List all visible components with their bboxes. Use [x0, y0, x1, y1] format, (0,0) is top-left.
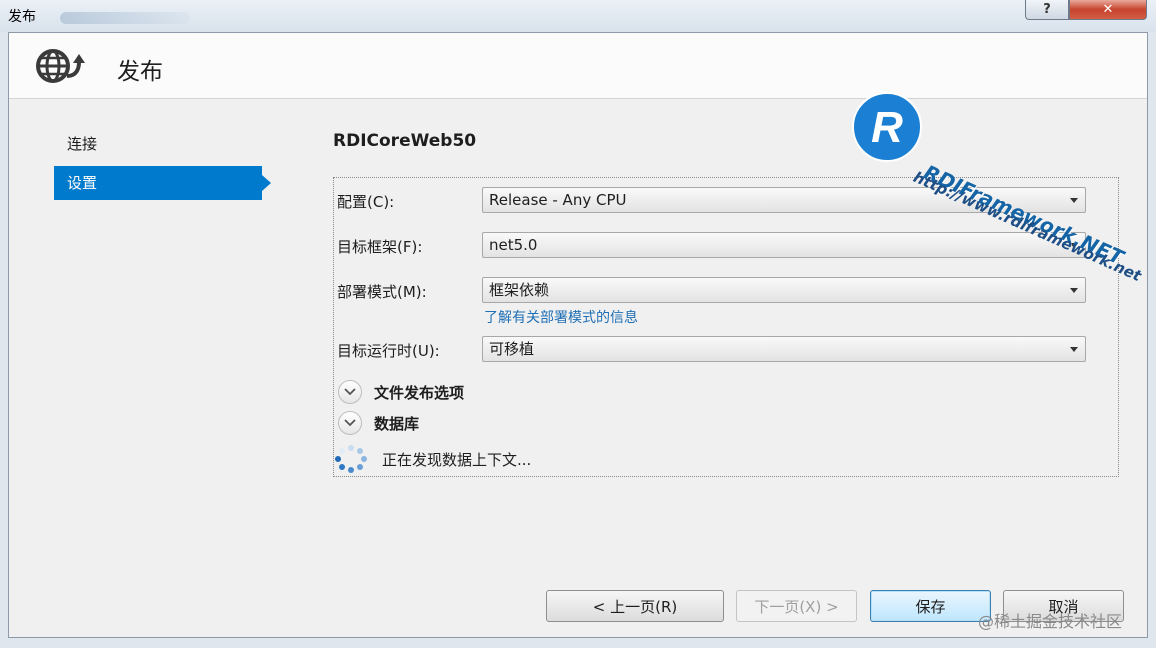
watermark-community: @稀土掘金技术社区	[978, 612, 1123, 631]
logo-letter: R	[871, 103, 903, 152]
dialog-frame: 发布 连接 设置 RDICoreWeb50 配置(C): Release - A…	[8, 32, 1148, 638]
chevron-down-icon	[338, 411, 362, 435]
databases-label: 数据库	[374, 414, 420, 433]
title-blur	[60, 12, 190, 24]
configuration-value: Release - Any CPU	[489, 191, 627, 209]
status-text: 正在发现数据上下文...	[382, 450, 532, 469]
file-publish-options-expander[interactable]: 文件发布选项	[338, 380, 464, 404]
chevron-down-icon	[1070, 288, 1078, 293]
profile-name: RDICoreWeb50	[333, 131, 477, 151]
target-framework-select[interactable]: net5.0	[482, 232, 1086, 258]
target-runtime-value: 可移植	[489, 340, 535, 358]
help-button[interactable]: ?	[1025, 0, 1069, 20]
deployment-mode-info-link[interactable]: 了解有关部署模式的信息	[484, 307, 638, 327]
file-publish-options-label: 文件发布选项	[374, 383, 465, 402]
configuration-label: 配置(C):	[337, 193, 395, 211]
target-framework-label: 目标框架(F):	[337, 238, 423, 256]
chevron-down-icon	[338, 380, 362, 404]
target-framework-value: net5.0	[489, 236, 538, 254]
save-button[interactable]: 保存	[870, 590, 991, 622]
window-title: 发布	[8, 9, 36, 25]
loading-spinner-icon	[335, 445, 367, 473]
rdiframework-logo-icon: R	[852, 92, 922, 162]
title-bar: 发布 ? ✕	[0, 0, 1156, 32]
page-title: 发布	[117, 59, 163, 85]
close-button[interactable]: ✕	[1069, 0, 1147, 20]
chevron-down-icon	[1070, 198, 1078, 203]
globe-publish-icon	[36, 49, 85, 83]
deployment-mode-value: 框架依赖	[489, 281, 550, 299]
deployment-mode-label: 部署模式(M):	[337, 283, 427, 301]
sidebar-item-settings[interactable]: 设置	[54, 166, 271, 200]
target-runtime-label: 目标运行时(U):	[337, 342, 440, 360]
databases-expander[interactable]: 数据库	[338, 411, 419, 435]
dialog-header: 发布	[9, 33, 1147, 99]
chevron-down-icon	[1070, 347, 1078, 352]
target-runtime-select[interactable]: 可移植	[482, 336, 1086, 362]
sidebar-item-connect[interactable]: 连接	[54, 127, 262, 161]
deployment-mode-select[interactable]: 框架依赖	[482, 277, 1086, 303]
discovery-status: 正在发现数据上下文...	[334, 444, 531, 474]
next-button[interactable]: 下一页(X) >	[736, 590, 857, 622]
previous-button[interactable]: < 上一页(R)	[546, 590, 724, 622]
